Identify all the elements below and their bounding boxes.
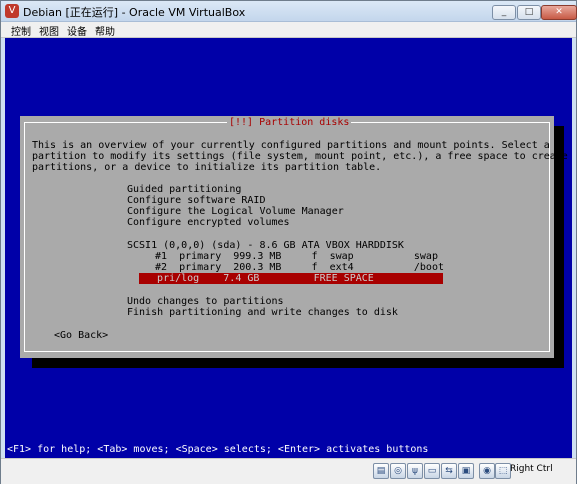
network-icon[interactable]: ⇆ xyxy=(441,463,457,479)
host-key-label: Right Ctrl xyxy=(510,464,553,474)
option-lvm[interactable]: Configure the Logical Volume Manager xyxy=(127,206,344,217)
option-software-raid[interactable]: Configure software RAID xyxy=(127,195,265,206)
close-button[interactable]: ✕ xyxy=(541,5,577,20)
go-back-button[interactable]: <Go Back> xyxy=(54,330,108,341)
partition-dialog: [!!] Partition disks This is an overview… xyxy=(20,116,568,358)
maximize-button[interactable]: □ xyxy=(517,5,541,20)
capture-icon[interactable]: ◉ xyxy=(479,463,495,479)
option-encrypted-volumes[interactable]: Configure encrypted volumes xyxy=(127,217,290,228)
disk-entry[interactable]: SCSI1 (0,0,0) (sda) - 8.6 GB ATA VBOX HA… xyxy=(127,240,404,251)
usb-icon[interactable]: ψ xyxy=(407,463,423,479)
vm-screen[interactable]: [!!] Partition disks This is an overview… xyxy=(5,38,572,458)
intro-line-3: partitions, or a device to initialize it… xyxy=(32,162,382,173)
hdd-icon[interactable]: ▤ xyxy=(373,463,389,479)
partition-row-free-space-selected[interactable]: pri/log 7.4 GB FREE SPACE xyxy=(139,273,443,284)
minimize-button[interactable]: _ xyxy=(492,5,516,20)
menu-help[interactable]: 帮助 xyxy=(95,23,115,38)
virtualbox-app-icon: V xyxy=(5,4,19,18)
title-bar[interactable]: V Debian [正在运行] - Oracle VM VirtualBox _… xyxy=(1,1,577,22)
intro-line-2: partition to modify its settings (file s… xyxy=(32,151,568,162)
partition-row-2[interactable]: #2 primary 200.3 MB f ext4 /boot xyxy=(155,262,444,273)
menu-view[interactable]: 视图 xyxy=(39,23,59,38)
installer-help-line: <F1> for help; <Tab> moves; <Space> sele… xyxy=(5,442,572,458)
dialog-title: [!!] Partition disks xyxy=(227,117,352,128)
menu-bar: 控制 视图 设备 帮助 xyxy=(1,22,576,38)
display-icon[interactable]: ▣ xyxy=(458,463,474,479)
cd-icon[interactable]: ◎ xyxy=(390,463,406,479)
shared-folder-icon[interactable]: ▭ xyxy=(424,463,440,479)
window-title: Debian [正在运行] - Oracle VM VirtualBox xyxy=(23,6,246,19)
vbox-status-bar: ▤ ◎ ψ ▭ ⇆ ▣ ◉ ⬚ Right Ctrl xyxy=(1,458,576,484)
virtualbox-window: V Debian [正在运行] - Oracle VM VirtualBox _… xyxy=(0,0,577,484)
free-space-label: pri/log 7.4 GB FREE SPACE xyxy=(139,273,374,284)
partition-row-1[interactable]: #1 primary 999.3 MB f swap swap xyxy=(155,251,438,262)
option-guided-partitioning[interactable]: Guided partitioning xyxy=(127,184,241,195)
menu-devices[interactable]: 设备 xyxy=(67,23,87,38)
intro-line-1: This is an overview of your currently co… xyxy=(32,140,550,151)
help-text: <F1> for help; <Tab> moves; <Space> sele… xyxy=(7,444,429,455)
menu-control[interactable]: 控制 xyxy=(11,23,31,38)
action-undo-changes[interactable]: Undo changes to partitions xyxy=(127,296,284,307)
mouse-icon[interactable]: ⬚ xyxy=(495,463,511,479)
action-finish-partitioning[interactable]: Finish partitioning and write changes to… xyxy=(127,307,398,318)
